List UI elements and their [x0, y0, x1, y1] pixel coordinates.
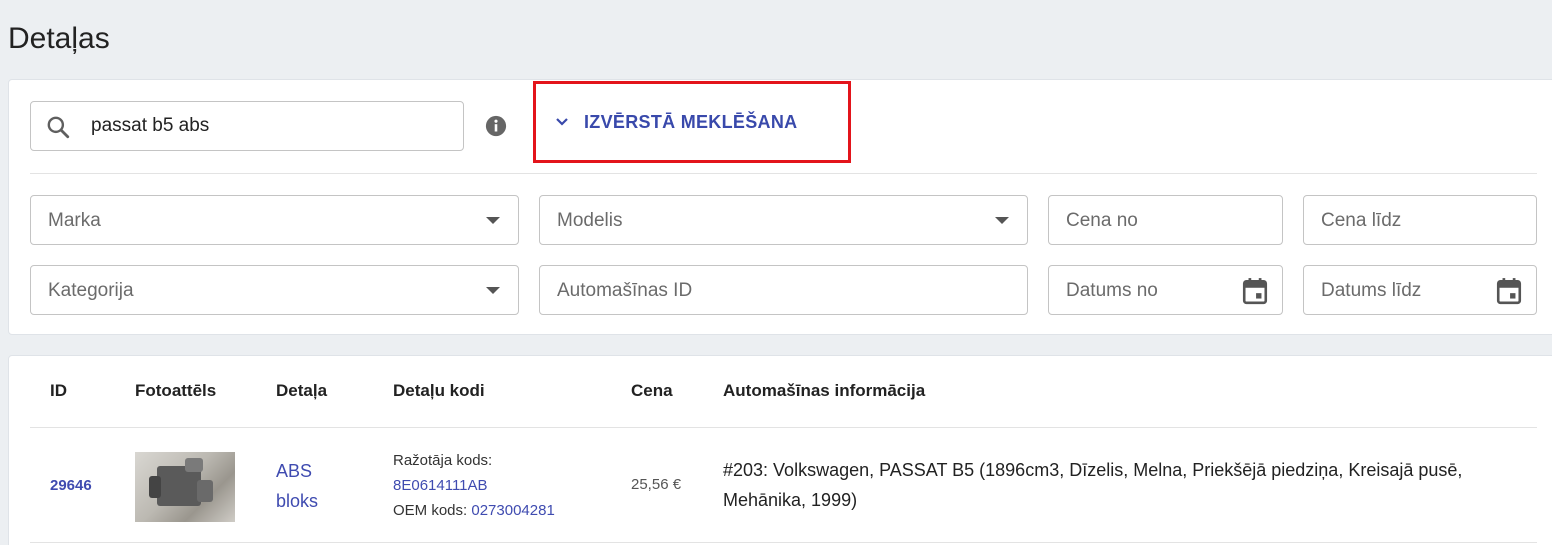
part-id-link[interactable]: 29646: [50, 477, 92, 494]
part-codes: Ražotāja kods: 8E0614111AB OEM kods: 027…: [393, 448, 555, 523]
cena-lidz-input[interactable]: Cena līdz: [1303, 195, 1537, 245]
column-header-id[interactable]: ID: [50, 381, 67, 401]
advanced-search-label: IZVĒRSTĀ MEKLĒŠANA: [584, 111, 798, 132]
header-divider: [30, 427, 1537, 428]
column-header-price[interactable]: Cena: [631, 381, 673, 401]
oem-code-link[interactable]: 0273004281: [471, 502, 554, 519]
datums-no-input[interactable]: Datums no: [1048, 265, 1283, 315]
part-photo[interactable]: [135, 452, 235, 522]
part-price: 25,56 €: [631, 476, 682, 493]
cena-lidz-placeholder: Cena līdz: [1321, 210, 1402, 231]
oem-code-label: OEM kods:: [393, 502, 468, 519]
marka-placeholder: Marka: [48, 210, 101, 231]
divider: [30, 173, 1537, 174]
car-info: #203: Volkswagen, PASSAT B5 (1896cm3, Dī…: [723, 460, 1463, 510]
page-title: Detaļas: [8, 22, 110, 55]
calendar-icon[interactable]: [1242, 277, 1268, 305]
chevron-down-icon: [556, 118, 568, 126]
marka-select[interactable]: Marka: [30, 195, 519, 245]
advanced-search-button[interactable]: IZVĒRSTĀ MEKLĒŠANA: [533, 81, 851, 163]
kategorija-placeholder: Kategorija: [48, 280, 134, 301]
column-header-part[interactable]: Detaļa: [276, 381, 327, 401]
modelis-placeholder: Modelis: [557, 210, 623, 231]
dropdown-arrow-icon: [486, 217, 500, 224]
column-header-photo: Fotoattēls: [135, 381, 217, 400]
results-table: ID Fotoattēls Detaļa Detaļu kodi Cena Au…: [8, 355, 1552, 545]
column-header-car-info: Automašīnas informācija: [723, 381, 926, 400]
dropdown-arrow-icon: [995, 217, 1009, 224]
datums-lidz-input[interactable]: Datums līdz: [1303, 265, 1537, 315]
filters-panel: IZVĒRSTĀ MEKLĒŠANA Marka Modelis Cena no…: [8, 79, 1552, 335]
modelis-select[interactable]: Modelis: [539, 195, 1028, 245]
part-name-link[interactable]: ABS bloks: [276, 456, 346, 516]
auto-id-input[interactable]: Automašīnas ID: [539, 265, 1028, 315]
datums-no-placeholder: Datums no: [1066, 280, 1158, 301]
part-name-line2: bloks: [276, 491, 319, 511]
manufacturer-code-label: Ražotāja kods:: [393, 452, 493, 469]
calendar-icon[interactable]: [1496, 277, 1522, 305]
column-header-codes: Detaļu kodi: [393, 381, 485, 400]
search-icon: [47, 116, 70, 139]
part-name-line1: ABS: [276, 461, 313, 481]
auto-id-placeholder: Automašīnas ID: [557, 280, 693, 301]
row-divider: [30, 542, 1537, 543]
kategorija-select[interactable]: Kategorija: [30, 265, 519, 315]
search-field[interactable]: [30, 101, 464, 151]
search-input[interactable]: [91, 102, 451, 150]
cena-no-input[interactable]: Cena no: [1048, 195, 1283, 245]
info-icon[interactable]: [485, 115, 507, 137]
dropdown-arrow-icon: [486, 287, 500, 294]
datums-lidz-placeholder: Datums līdz: [1321, 280, 1422, 301]
manufacturer-code-link[interactable]: 8E0614111AB: [393, 473, 555, 498]
cena-no-placeholder: Cena no: [1066, 210, 1138, 231]
